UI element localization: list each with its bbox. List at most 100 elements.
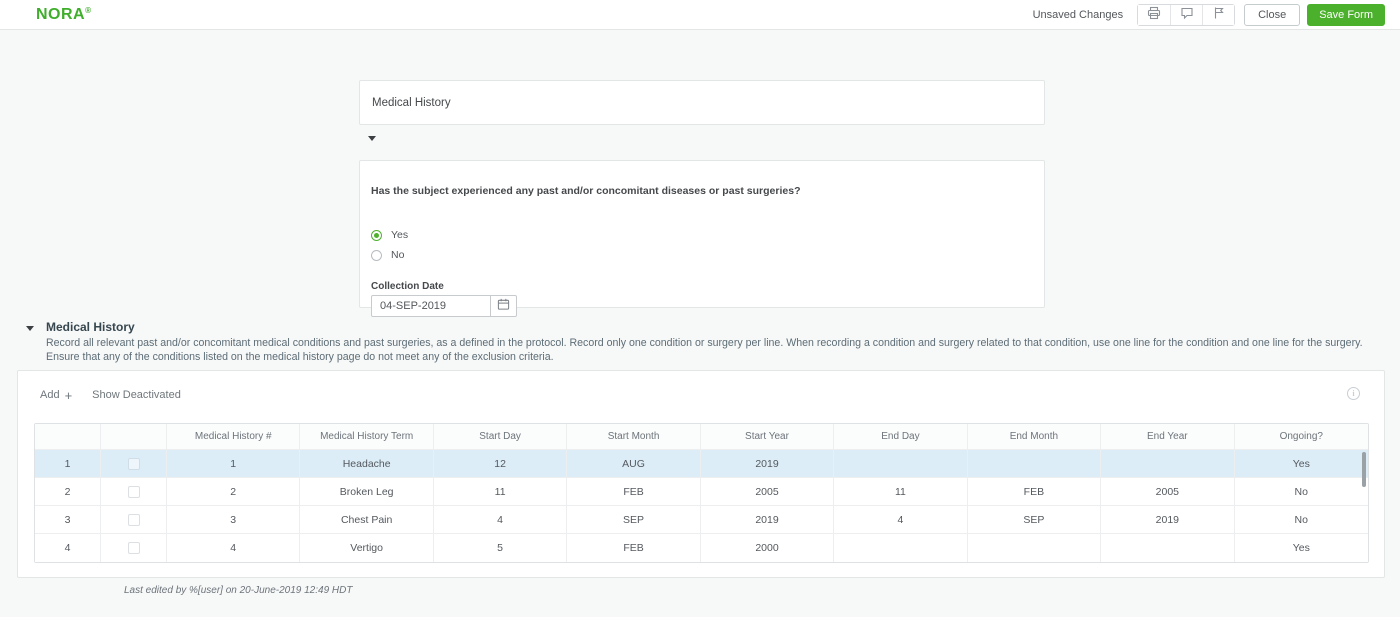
medical-history-table: Medical History #Medical History TermSta… [34, 423, 1369, 563]
comment-button[interactable] [1170, 5, 1202, 25]
column-header: Start Day [434, 424, 567, 450]
cell-mh-term[interactable]: Headache [300, 450, 433, 478]
cell-end-day[interactable] [834, 450, 967, 478]
plus-icon: + [65, 390, 73, 401]
flag-icon [1212, 6, 1226, 23]
last-edited-note: Last edited by %[user] on 20-June-2019 1… [124, 585, 352, 596]
section-collapse-caret-icon[interactable] [26, 326, 34, 331]
row-select-cell [101, 478, 167, 506]
cell-mh-number[interactable]: 1 [167, 450, 300, 478]
form-content-area: Medical History Has the subject experien… [0, 30, 1400, 617]
cell-start-year[interactable]: 2005 [701, 478, 834, 506]
cell-mh-number[interactable]: 2 [167, 478, 300, 506]
nora-logo: NORA® [36, 6, 92, 24]
cell-start-year[interactable]: 2000 [701, 534, 834, 562]
print-button[interactable] [1138, 5, 1170, 25]
cell-start-day[interactable]: 12 [434, 450, 567, 478]
cell-ongoing[interactable]: No [1235, 478, 1368, 506]
cell-ongoing[interactable]: Yes [1235, 450, 1368, 478]
cell-start-year[interactable]: 2019 [701, 450, 834, 478]
cell-start-month[interactable]: AUG [567, 450, 700, 478]
cell-end-year[interactable] [1101, 534, 1234, 562]
form-actions-icon-group [1137, 4, 1235, 26]
table-row: 22Broken Leg11FEB200511FEB2005No [35, 478, 1368, 506]
cell-mh-term[interactable]: Broken Leg [300, 478, 433, 506]
column-header: Start Year [701, 424, 834, 450]
cell-start-month[interactable]: FEB [567, 478, 700, 506]
add-row-button[interactable]: Add + [40, 389, 72, 401]
cell-mh-number[interactable]: 4 [167, 534, 300, 562]
cell-end-month[interactable] [968, 534, 1101, 562]
add-label: Add [40, 389, 60, 401]
form-title: Medical History [372, 97, 451, 109]
cell-mh-term[interactable]: Vertigo [300, 534, 433, 562]
cell-start-year[interactable]: 2019 [701, 506, 834, 534]
cell-start-day[interactable]: 4 [434, 506, 567, 534]
radio-button-icon [371, 230, 382, 241]
column-header: Ongoing? [1235, 424, 1368, 450]
row-select-cell [101, 506, 167, 534]
column-header: Medical History Term [300, 424, 433, 450]
cell-ongoing[interactable]: Yes [1235, 534, 1368, 562]
cell-ongoing[interactable]: No [1235, 506, 1368, 534]
radio-option-label: No [391, 249, 404, 261]
collection-date-input[interactable] [371, 295, 491, 317]
radio-option-no[interactable]: No [371, 249, 404, 261]
question-label: Has the subject experienced any past and… [371, 185, 800, 197]
cell-end-year[interactable]: 2005 [1101, 478, 1234, 506]
cell-end-day[interactable]: 11 [834, 478, 967, 506]
question-card: Has the subject experienced any past and… [359, 160, 1045, 308]
column-header: End Day [834, 424, 967, 450]
cell-end-day[interactable] [834, 534, 967, 562]
cell-start-day[interactable]: 11 [434, 478, 567, 506]
top-bar: NORA® Unsaved Changes Close Save Form [0, 0, 1400, 30]
cell-end-month[interactable] [968, 450, 1101, 478]
row-select-cell [101, 450, 167, 478]
cell-end-month[interactable]: FEB [968, 478, 1101, 506]
row-checkbox[interactable] [128, 458, 140, 470]
cell-end-month[interactable]: SEP [968, 506, 1101, 534]
column-header [101, 424, 167, 450]
cell-end-year[interactable]: 2019 [1101, 506, 1234, 534]
flag-button[interactable] [1202, 5, 1234, 25]
form-title-card: Medical History [359, 80, 1045, 125]
table-row: 33Chest Pain4SEP20194SEP2019No [35, 506, 1368, 534]
row-checkbox[interactable] [128, 514, 140, 526]
column-header: End Year [1101, 424, 1234, 450]
radio-option-label: Yes [391, 229, 408, 241]
unsaved-changes-status: Unsaved Changes [1033, 9, 1124, 21]
row-number-cell: 4 [35, 534, 101, 562]
column-header: Start Month [567, 424, 700, 450]
calendar-icon [497, 298, 510, 314]
close-button[interactable]: Close [1244, 4, 1300, 26]
cell-mh-term[interactable]: Chest Pain [300, 506, 433, 534]
cell-start-day[interactable]: 5 [434, 534, 567, 562]
row-number-cell: 1 [35, 450, 101, 478]
cell-start-month[interactable]: FEB [567, 534, 700, 562]
column-header: Medical History # [167, 424, 300, 450]
calendar-picker-button[interactable] [491, 295, 517, 317]
show-deactivated-link[interactable]: Show Deactivated [92, 389, 181, 401]
cell-end-day[interactable]: 4 [834, 506, 967, 534]
radio-button-icon [371, 250, 382, 261]
info-icon[interactable]: i [1347, 387, 1360, 400]
row-checkbox[interactable] [128, 486, 140, 498]
table-header: Medical History #Medical History TermSta… [35, 424, 1368, 450]
column-header: End Month [968, 424, 1101, 450]
table-row: 44Vertigo5FEB2000Yes [35, 534, 1368, 562]
table-scrollbar-thumb[interactable] [1362, 452, 1366, 487]
table-row: 11Headache12AUG2019Yes [35, 450, 1368, 478]
collapse-caret-icon[interactable] [368, 136, 376, 141]
cell-start-month[interactable]: SEP [567, 506, 700, 534]
collection-date-label: Collection Date [371, 281, 444, 292]
row-number-cell: 2 [35, 478, 101, 506]
row-checkbox[interactable] [128, 542, 140, 554]
cell-mh-number[interactable]: 3 [167, 506, 300, 534]
save-form-button[interactable]: Save Form [1307, 4, 1385, 26]
registered-mark: ® [85, 6, 91, 15]
radio-option-yes[interactable]: Yes [371, 229, 408, 241]
row-select-cell [101, 534, 167, 562]
cell-end-year[interactable] [1101, 450, 1234, 478]
collection-date-group [371, 295, 517, 317]
table-body: 11Headache12AUG2019Yes22Broken Leg11FEB2… [35, 450, 1368, 562]
